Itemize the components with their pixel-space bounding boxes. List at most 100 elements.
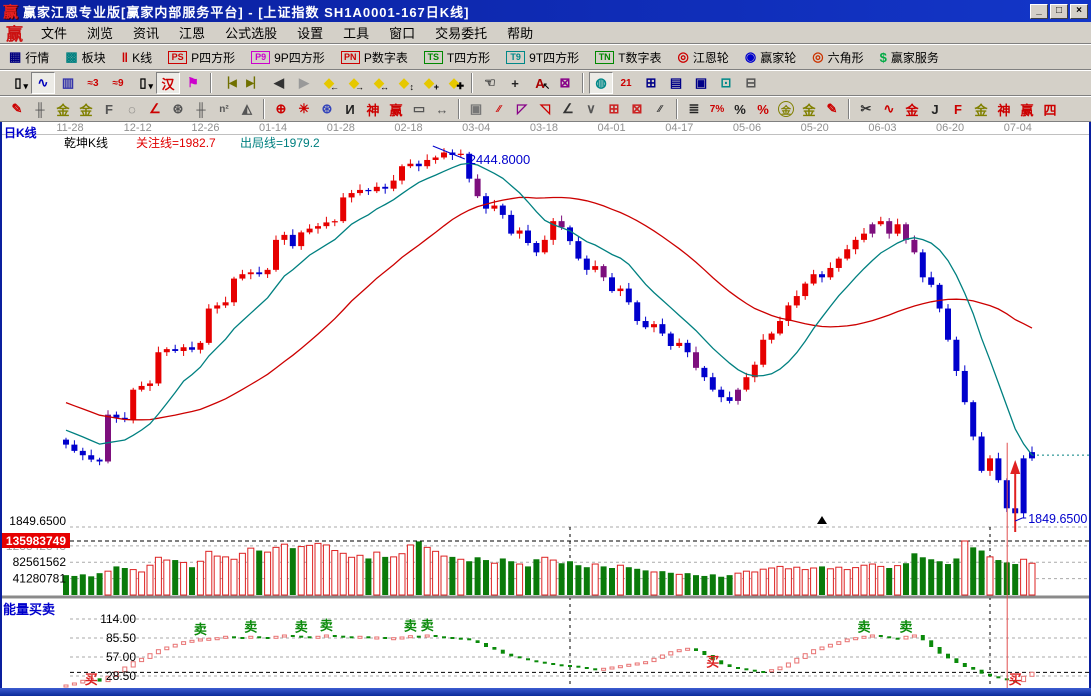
zoom-in-button[interactable]: ◆ + xyxy=(417,72,441,94)
angle-pencil-button[interactable]: ∠ xyxy=(144,98,166,120)
overview-button[interactable]: ◍ xyxy=(589,72,613,94)
gold-angle-button[interactable]: 金 xyxy=(901,98,923,120)
calendar-button[interactable]: 21 xyxy=(614,72,638,94)
menu-item-gann[interactable]: 江恩 xyxy=(169,21,215,44)
zoom-right-button[interactable]: ◆ → xyxy=(342,72,366,94)
zoom-h-button[interactable]: ◆ ↔ xyxy=(367,72,391,94)
percent-line-button[interactable]: % xyxy=(752,98,774,120)
v-dash-button[interactable]: ∨ xyxy=(580,98,602,120)
chart-region[interactable]: 11-28 12-12 12-26 01-14 01-28 02-18 03-04 03-18… xyxy=(0,122,1091,688)
gold-circle-button[interactable]: 金 xyxy=(775,98,797,120)
gold2-angle-button[interactable]: 金 xyxy=(970,98,992,120)
tick-ruler-button[interactable]: ╫ xyxy=(190,98,212,120)
first-page-button[interactable]: ▕◀ xyxy=(217,72,241,94)
clipboard-button[interactable]: ▥ xyxy=(56,72,80,94)
n2-button[interactable]: n² xyxy=(213,98,235,120)
candle-style-button[interactable]: ▯ ▾ xyxy=(131,72,155,94)
span-arrow-button[interactable]: ↔ xyxy=(431,98,453,120)
next-page-button[interactable]: ▶ xyxy=(292,72,316,94)
minimize-button[interactable]: _ xyxy=(1030,3,1048,19)
gold-grid-1-button[interactable]: 金 xyxy=(52,98,74,120)
save-button[interactable]: ▣ xyxy=(689,72,713,94)
protractor-button[interactable]: ◭ xyxy=(236,98,258,120)
close-button[interactable]: × xyxy=(1070,3,1088,19)
gold-line-button[interactable]: 金 xyxy=(798,98,820,120)
maximize-button[interactable]: □ xyxy=(1050,3,1068,19)
zoom-left-button[interactable]: ◆ ← xyxy=(317,72,341,94)
f-angle-button[interactable]: F xyxy=(947,98,969,120)
quotes-button[interactable]: ▦ 行情 xyxy=(6,48,52,67)
starburst-button[interactable]: ✳ xyxy=(293,98,315,120)
menu-item-info[interactable]: 资讯 xyxy=(123,21,169,44)
shen-angle-button[interactable]: 神 xyxy=(993,98,1015,120)
p9-square-button[interactable]: P9 9P四方形 xyxy=(248,48,328,67)
fan-lines-button[interactable]: ∕∕ xyxy=(488,98,510,120)
grid-arrow-button[interactable]: ⊠ xyxy=(626,98,648,120)
radiate-button[interactable]: ◹ xyxy=(534,98,556,120)
knife-button[interactable]: ✂ xyxy=(855,98,877,120)
p-square-button[interactable]: PS P四方形 xyxy=(165,48,238,67)
menu-item-trade[interactable]: 交易委托 xyxy=(425,21,497,44)
wheel-small-button[interactable]: ⊛ xyxy=(167,98,189,120)
annotate-button[interactable]: A ↖ xyxy=(528,72,552,94)
p-number-button[interactable]: PN P数字表 xyxy=(338,48,411,67)
f-grid-button[interactable]: F xyxy=(98,98,120,120)
compress-chart-button[interactable]: ∿ xyxy=(31,72,55,94)
menu-item-formula-pick[interactable]: 公式选股 xyxy=(215,21,287,44)
han-button[interactable]: 汉 xyxy=(156,72,180,94)
ying-angle-button[interactable]: 赢 xyxy=(1016,98,1038,120)
red-grid-button[interactable]: ⊞ xyxy=(603,98,625,120)
zoom-all-button[interactable]: ◆ ✚ xyxy=(442,72,466,94)
t-number-button[interactable]: TN T数字表 xyxy=(592,48,664,67)
ladder-button[interactable]: ≣ xyxy=(683,98,705,120)
shen-grid-button[interactable]: 神 xyxy=(362,98,384,120)
wave-9-button[interactable]: ≈9 xyxy=(106,72,130,94)
menu-item-tools[interactable]: 工具 xyxy=(333,21,379,44)
zoom-v-button[interactable]: ◆ ↕ xyxy=(392,72,416,94)
target-circle-button[interactable]: ⊕ xyxy=(270,98,292,120)
percent-slope-button[interactable]: 7% xyxy=(706,98,728,120)
wave-line-button[interactable]: ∿ xyxy=(878,98,900,120)
print-button[interactable]: ⊟ xyxy=(739,72,763,94)
spiral-button[interactable]: ◌ xyxy=(121,98,143,120)
menu-item-settings[interactable]: 设置 xyxy=(287,21,333,44)
last-page-button[interactable]: ▶▏ xyxy=(242,72,266,94)
grid-net-button[interactable]: ⊠ xyxy=(553,72,577,94)
menu-item-help[interactable]: 帮助 xyxy=(497,21,543,44)
draw-pencil-button[interactable]: ✎ xyxy=(6,98,28,120)
angle-draw-button[interactable]: ∠ xyxy=(557,98,579,120)
ying-grid-button[interactable]: 赢 xyxy=(385,98,407,120)
notes-button[interactable]: ▤ xyxy=(664,72,688,94)
select-box-button[interactable]: ▣ xyxy=(465,98,487,120)
gann-wheel-button[interactable]: ◎ 江恩轮 xyxy=(675,48,732,67)
percent-button[interactable]: % xyxy=(729,98,751,120)
menu-item-browse[interactable]: 浏览 xyxy=(77,21,123,44)
sectors-button[interactable]: ▩ 板块 xyxy=(62,48,108,67)
wave-3-button[interactable]: ≈3 xyxy=(81,72,105,94)
hexagon-button[interactable]: ◎ 六角形 xyxy=(809,48,866,67)
menu-item-window[interactable]: 窗口 xyxy=(379,21,425,44)
menu-item-file[interactable]: 文件 xyxy=(31,21,77,44)
prev-page-button[interactable]: ◀ xyxy=(267,72,291,94)
gann-grid-button[interactable]: ╫ xyxy=(29,98,51,120)
network-button[interactable]: ⊡ xyxy=(714,72,738,94)
gold-grid-2-button[interactable]: 金 xyxy=(75,98,97,120)
pan-hand-button[interactable]: ☜ xyxy=(478,72,502,94)
t9-square-button[interactable]: T9 9T四方形 xyxy=(503,48,582,67)
square-fan-button[interactable]: ◸ xyxy=(511,98,533,120)
j-angle-button[interactable]: J xyxy=(924,98,946,120)
t-square-button[interactable]: TS T四方形 xyxy=(421,48,493,67)
crosshair-button[interactable]: + xyxy=(503,72,527,94)
spiderweb-button[interactable]: ⊛ xyxy=(316,98,338,120)
calculator-button[interactable]: ⊞ xyxy=(639,72,663,94)
ruler-123-button[interactable]: ▭ xyxy=(408,98,430,120)
flag-button[interactable]: ⚑ xyxy=(181,72,205,94)
title-bar[interactable]: 赢 赢家江恩专业版[赢家内部服务平台] - [上证指数 SH1A0001-167… xyxy=(0,0,1091,22)
zigzag-button[interactable]: И xyxy=(339,98,361,120)
kline-button[interactable]: ‖ K线 xyxy=(119,48,155,67)
winner-service-button[interactable]: $ 赢家服务 xyxy=(877,48,942,67)
winner-wheel-button[interactable]: ◉ 赢家轮 xyxy=(742,48,799,67)
parallel-button[interactable]: ∕∕ xyxy=(649,98,671,120)
period-dropdown-button[interactable]: ▯ ▾ xyxy=(6,72,30,94)
candle-pencil-button[interactable]: ✎ xyxy=(821,98,843,120)
